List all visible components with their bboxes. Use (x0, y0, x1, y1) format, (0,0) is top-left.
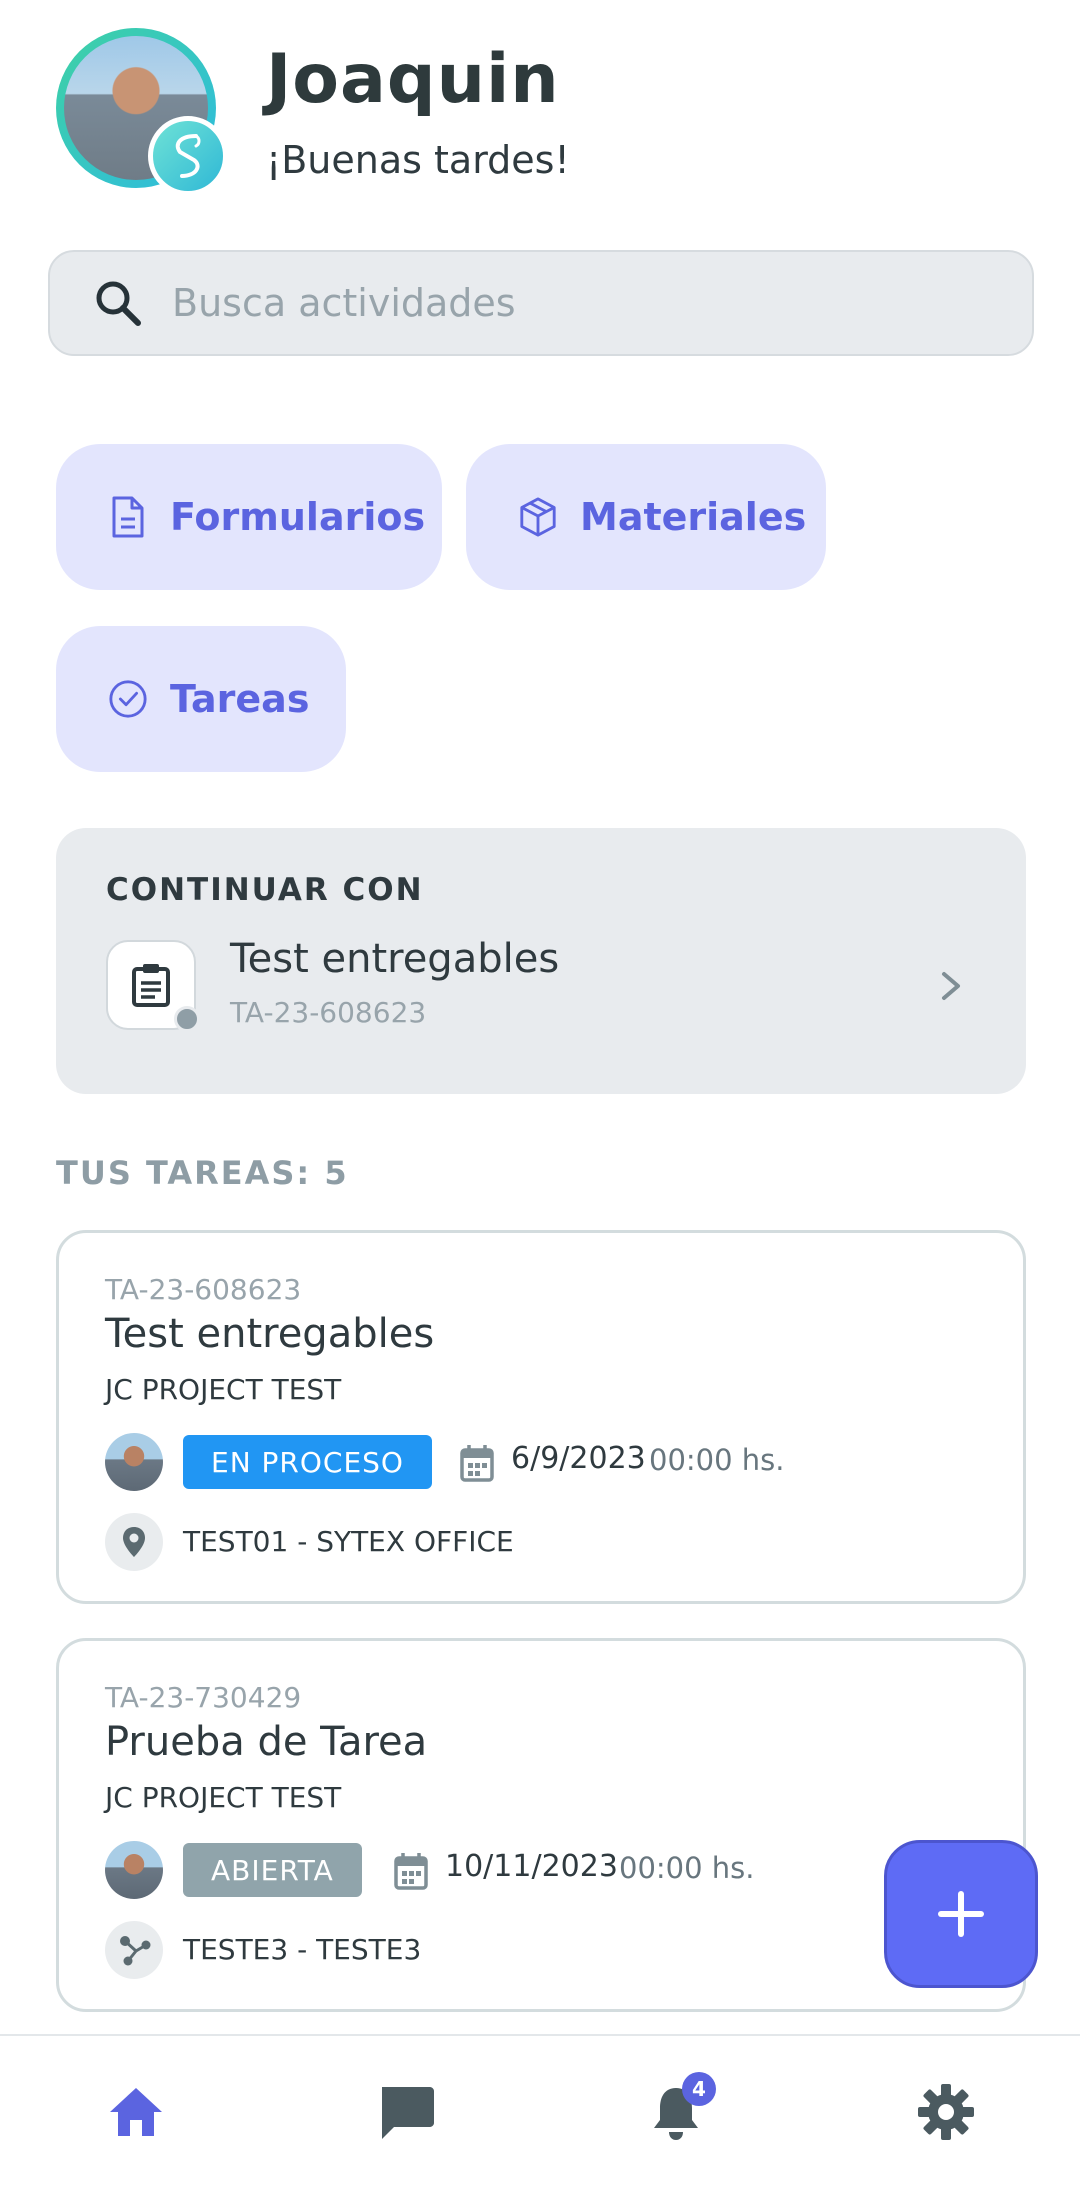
status-badge: ABIERTA (183, 1843, 362, 1897)
user-avatar[interactable] (56, 28, 228, 196)
task-project: JC PROJECT TEST (105, 1373, 342, 1406)
task-card[interactable]: TA-23-730429 Prueba de Tarea JC PROJECT … (56, 1638, 1026, 2012)
user-name: Joaquin (266, 40, 560, 119)
task-code: TA-23-730429 (105, 1681, 302, 1714)
nav-home[interactable] (104, 2080, 168, 2144)
chip-label: Materiales (580, 495, 807, 539)
calendar-icon (394, 1853, 428, 1890)
document-icon (108, 495, 148, 539)
nav-notifications[interactable]: 4 (644, 2072, 716, 2144)
task-title: Test entregables (105, 1311, 435, 1357)
assignee-avatar (105, 1433, 163, 1491)
materiales-chip[interactable]: Materiales (466, 444, 826, 590)
chip-label: Tareas (170, 677, 310, 721)
location-pin-icon (105, 1513, 163, 1571)
status-badge: EN PROCESO (183, 1435, 432, 1489)
chat-icon (382, 2087, 434, 2139)
task-card[interactable]: TA-23-608623 Test entregables JC PROJECT… (56, 1230, 1026, 1604)
nav-messages[interactable] (374, 2080, 438, 2144)
task-date: 6/9/2023 (511, 1441, 646, 1476)
continue-task-code: TA-23-608623 (230, 996, 427, 1029)
continue-card[interactable]: CONTINUAR CON Test entregables TA-23-608… (56, 828, 1026, 1094)
tareas-chip[interactable]: Tareas (56, 626, 346, 772)
add-button[interactable] (884, 1840, 1038, 1988)
chip-label: Formularios (170, 495, 426, 539)
task-date: 10/11/2023 (445, 1849, 618, 1884)
search-bar[interactable] (48, 250, 1034, 356)
search-icon (90, 275, 146, 331)
task-time: 00:00 hs. (649, 1443, 785, 1477)
calendar-icon (460, 1445, 494, 1482)
network-icon (105, 1921, 163, 1979)
task-time: 00:00 hs. (619, 1851, 755, 1885)
task-site: TESTE3 - TESTE3 (183, 1933, 422, 1966)
formularios-chip[interactable]: Formularios (56, 444, 442, 590)
greeting-text: ¡Buenas tardes! (266, 138, 570, 182)
status-dot (174, 1006, 200, 1032)
notification-count-badge: 4 (682, 2072, 716, 2106)
task-site: TEST01 - SYTEX OFFICE (183, 1525, 514, 1558)
bottom-nav: 4 (0, 2034, 1080, 2190)
task-title: Prueba de Tarea (105, 1719, 428, 1765)
continue-task-name: Test entregables (230, 936, 560, 982)
search-input[interactable] (172, 281, 952, 325)
chevron-right-icon (942, 972, 960, 1000)
continue-title: CONTINUAR CON (106, 872, 424, 908)
sytex-logo-icon (175, 134, 201, 178)
home-icon (110, 2088, 162, 2136)
plus-icon (938, 1891, 984, 1937)
header: Joaquin ¡Buenas tardes! (56, 28, 1036, 198)
task-project: JC PROJECT TEST (105, 1781, 342, 1814)
company-logo-badge (148, 116, 228, 196)
check-circle-icon (108, 677, 148, 721)
tasks-heading: TUS TAREAS: 5 (56, 1154, 349, 1192)
nav-settings[interactable] (914, 2080, 978, 2144)
task-code: TA-23-608623 (105, 1273, 302, 1306)
assignee-avatar (105, 1841, 163, 1899)
box-icon (518, 495, 558, 539)
gear-icon (918, 2084, 974, 2140)
